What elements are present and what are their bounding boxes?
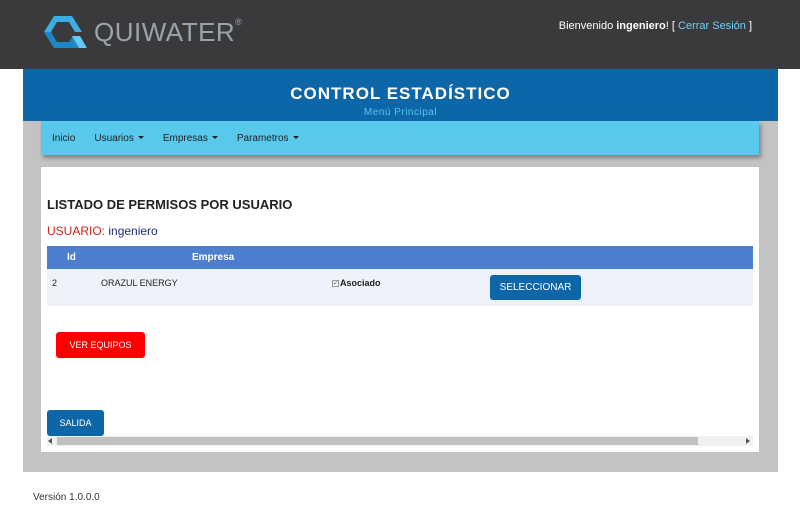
asociado-checkbox[interactable]: ✓ xyxy=(332,279,339,287)
welcome-text: Bienvenido ingeniero! [ Cerrar Sesión ] xyxy=(559,20,752,32)
app-header: CONTROL ESTADÍSTICO Menú Principal xyxy=(23,69,778,121)
bracket-close: ] xyxy=(748,20,752,32)
permissions-panel: LISTADO DE PERMISOS POR USUARIO USUARIO:… xyxy=(41,167,759,452)
nav-item-empresas[interactable]: Empresas xyxy=(163,133,218,144)
cell-empresa: ORAZUL ENERGY xyxy=(101,278,178,288)
scroll-right-arrow-icon[interactable] xyxy=(746,438,750,444)
table-header: Id Empresa xyxy=(47,246,753,269)
scrollbar-thumb[interactable] xyxy=(57,437,698,445)
logo-text: QUIWATER® xyxy=(94,16,243,47)
nav-item-inicio[interactable]: Inicio xyxy=(52,133,75,144)
app-title: CONTROL ESTADÍSTICO xyxy=(290,84,511,103)
horizontal-scrollbar[interactable] xyxy=(47,436,753,446)
app-subtitle: Menú Principal xyxy=(363,107,438,118)
logout-link[interactable]: Cerrar Sesión xyxy=(678,20,746,32)
caret-down-icon xyxy=(292,136,299,140)
top-bar: QUIWATER® Bienvenido ingeniero! [ Cerrar… xyxy=(0,0,800,69)
select-button[interactable]: SELECCIONAR xyxy=(490,275,581,300)
bracket-open: [ xyxy=(671,20,675,32)
quiwater-logo-icon xyxy=(44,16,87,48)
user-label: USUARIO: xyxy=(47,224,106,238)
scroll-left-arrow-icon[interactable] xyxy=(48,438,52,444)
nav-item-usuarios[interactable]: Usuarios xyxy=(94,133,144,144)
user-value: ingeniero xyxy=(108,224,158,238)
caret-down-icon xyxy=(211,136,218,140)
column-header-empresa: Empresa xyxy=(192,252,235,263)
column-header-id: Id xyxy=(67,252,76,263)
quiwater-logo[interactable]: QUIWATER® xyxy=(42,12,242,52)
asociado-checkbox-group: ✓ Asociado xyxy=(332,278,381,288)
main-nav: Inicio Usuarios Empresas Parametros xyxy=(41,121,759,155)
user-line: USUARIO: ingeniero xyxy=(47,224,158,238)
page-title: LISTADO DE PERMISOS POR USUARIO xyxy=(47,197,293,212)
welcome-prefix: Bienvenido xyxy=(558,20,614,32)
salida-button[interactable]: SALIDA xyxy=(47,410,104,436)
table-row: 2 ORAZUL ENERGY ✓ Asociado SELECCIONAR xyxy=(47,269,753,306)
asociado-label: Asociado xyxy=(340,278,381,288)
ver-equipos-button[interactable]: VER EQUIPOS xyxy=(56,332,145,358)
version-text: Versión 1.0.0.0 xyxy=(33,492,100,503)
welcome-bang: ! xyxy=(665,20,669,32)
welcome-username: ingeniero xyxy=(616,20,666,32)
nav-item-parametros[interactable]: Parametros xyxy=(237,133,299,144)
caret-down-icon xyxy=(137,136,144,140)
cell-id: 2 xyxy=(52,278,58,288)
